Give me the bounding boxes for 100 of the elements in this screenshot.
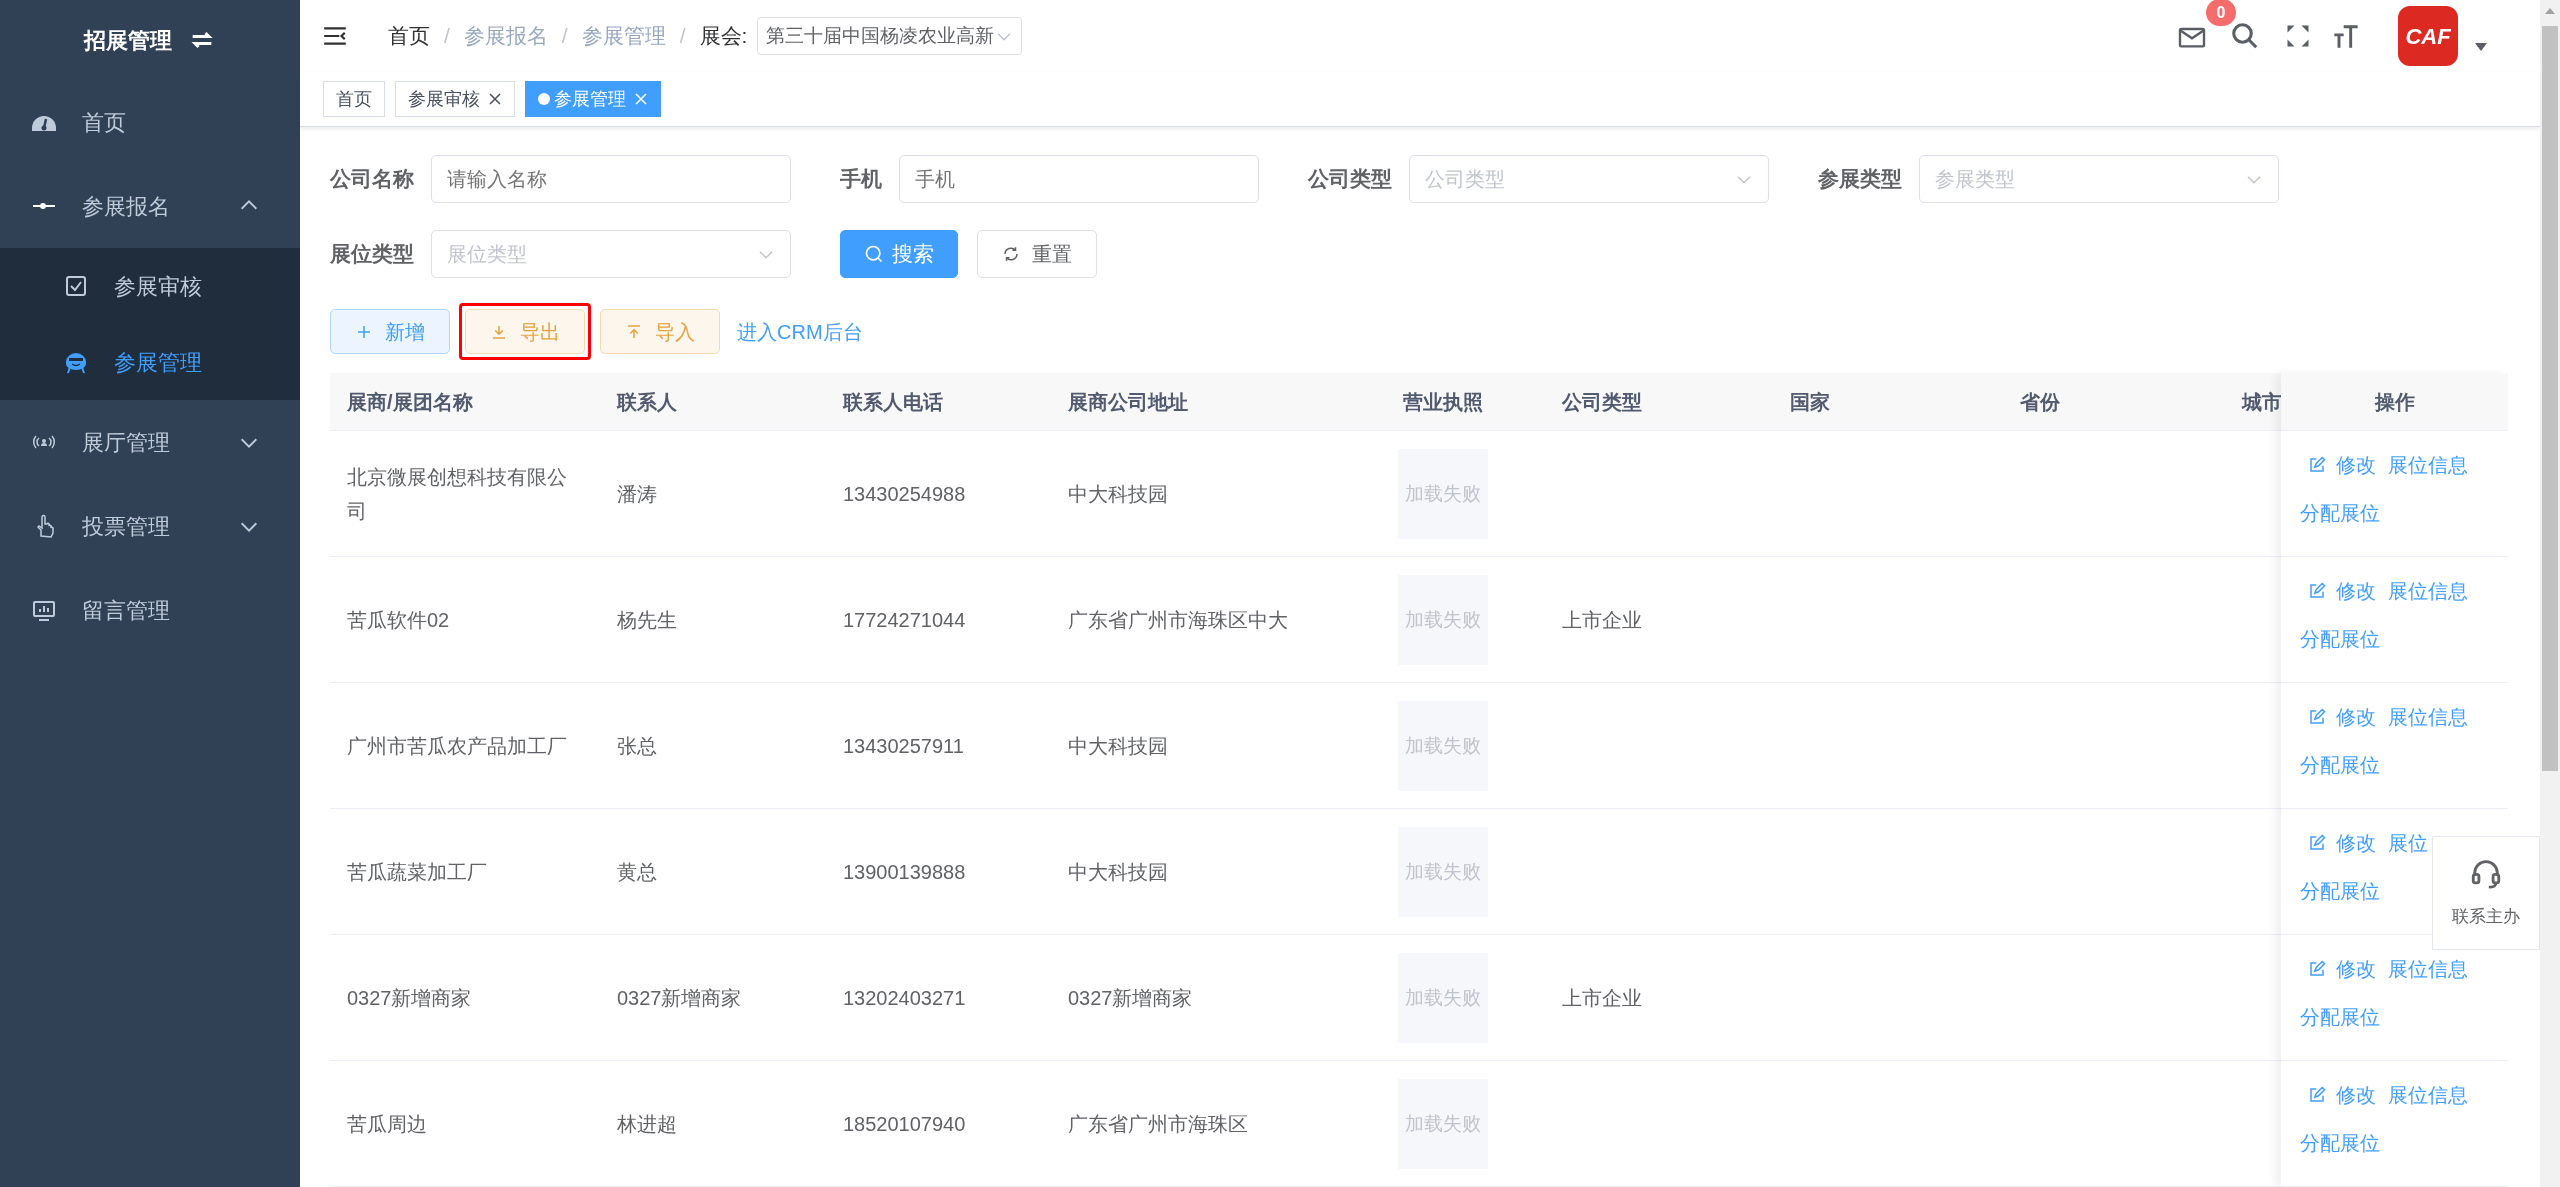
table-cell-text: 中大科技园 <box>1068 733 1168 759</box>
table-cell-text: 中大科技园 <box>1068 481 1168 507</box>
table-cell-text: 0327新增商家 <box>617 985 742 1011</box>
submenu-item[interactable]: 参展审核 <box>0 248 300 324</box>
search-icon[interactable] <box>2230 21 2260 51</box>
exhibition-select[interactable]: 第三十届中国杨凌农业高新 <box>757 17 1023 55</box>
column-header: 联系人电话 <box>843 389 943 415</box>
refresh-icon <box>1002 245 1020 263</box>
table-cell-text: 广州市苦瓜农产品加工厂 <box>347 733 567 759</box>
action-link[interactable]: 修改 <box>2308 1071 2376 1119</box>
table-cell-text: 杨先生 <box>617 607 677 633</box>
column-header: 城市 <box>2242 389 2281 415</box>
upload-icon <box>625 322 643 341</box>
import-button[interactable]: 导入 <box>600 309 720 354</box>
menu-item[interactable]: 参展报名 <box>0 164 300 248</box>
select-field[interactable]: 公司类型 <box>1409 155 1769 203</box>
table-cell-text: 13430257911 <box>843 733 964 759</box>
action-link[interactable]: 修改 <box>2308 441 2376 489</box>
table-cell-text: 13900139888 <box>843 859 966 885</box>
table-cell-text: 广东省广州市海珠区 <box>1068 1111 1248 1137</box>
tab[interactable]: 参展管理 <box>525 81 661 117</box>
menu-item[interactable]: 留言管理 <box>0 568 300 652</box>
search-button[interactable]: 搜索 <box>840 230 958 278</box>
slider-icon <box>33 202 55 210</box>
action-link[interactable]: 展位信息 <box>2388 441 2468 489</box>
menu-item[interactable]: 投票管理 <box>0 484 300 568</box>
table-cell-text: 18520107940 <box>843 1111 966 1137</box>
action-link[interactable]: 分配展位 <box>2300 867 2380 915</box>
menu-item[interactable]: 展厅管理 <box>0 400 300 484</box>
table-cell-text: 苦瓜软件02 <box>347 607 450 633</box>
edit-icon <box>2308 834 2326 852</box>
select-field[interactable]: 参展类型 <box>1919 155 2279 203</box>
edit-icon <box>2308 582 2326 600</box>
edit-icon <box>2308 960 2326 978</box>
table-cell-text: 13430254988 <box>843 481 966 507</box>
add-button[interactable]: 新增 <box>330 309 450 354</box>
logo-avatar[interactable]: CAF <box>2398 6 2458 66</box>
action-link[interactable]: 修改 <box>2308 567 2376 615</box>
column-header: 联系人 <box>617 389 677 415</box>
action-link[interactable]: 修改 <box>2308 819 2376 867</box>
field-label: 公司类型 <box>1308 166 1393 193</box>
column-header: 公司类型 <box>1562 389 1642 415</box>
font-size-icon[interactable] <box>2332 22 2360 50</box>
breadcrumb-item: 参展报名 <box>463 23 548 50</box>
table-cell-text: 黄总 <box>617 859 657 885</box>
input-field[interactable]: 手机 <box>899 155 1259 203</box>
action-link[interactable]: 展位 <box>2388 819 2428 867</box>
tab[interactable]: 参展审核 <box>395 81 515 117</box>
export-button[interactable]: 导出 <box>465 309 585 354</box>
table-cell-text: 13202403271 <box>843 985 966 1011</box>
breadcrumb-separator: / <box>561 23 568 50</box>
input-field[interactable]: 请输入名称 <box>431 155 791 203</box>
table-cell-text: 中大科技园 <box>1068 859 1168 885</box>
table-cell-text: 潘涛 <box>617 481 657 507</box>
table-cell-text: 张总 <box>617 733 657 759</box>
reset-button[interactable]: 重置 <box>977 230 1097 278</box>
submenu-item[interactable]: 参展管理 <box>0 324 300 400</box>
field-label: 参展类型 <box>1818 166 1903 193</box>
table-cell-text: 上市企业 <box>1562 985 1642 1011</box>
column-header: 省份 <box>2020 389 2060 415</box>
edit-icon <box>2308 708 2326 726</box>
message-count-badge: 0 <box>2206 0 2236 27</box>
field-label: 手机 <box>840 166 883 193</box>
breadcrumb-separator: / <box>444 23 450 50</box>
action-link[interactable]: 分配展位 <box>2300 1119 2380 1167</box>
column-header: 操作 <box>2374 389 2415 415</box>
action-link[interactable]: 修改 <box>2308 945 2376 993</box>
edit-icon <box>2308 456 2326 474</box>
action-link[interactable]: 展位信息 <box>2388 1071 2468 1119</box>
crm-link[interactable]: 进入CRM后台 <box>737 316 863 347</box>
action-link[interactable]: 分配展位 <box>2300 741 2380 789</box>
contact-widget[interactable]: 联系主办 <box>2432 836 2540 950</box>
breadcrumb-separator: / <box>679 23 686 50</box>
caret-icon[interactable] <box>2474 42 2488 52</box>
sidebar-title: 招展管理 <box>84 26 172 55</box>
breadcrumb-item: 参展管理 <box>581 23 666 50</box>
tab[interactable]: 首页 <box>323 81 385 117</box>
table-cell-text: 上市企业 <box>1562 607 1642 633</box>
action-link[interactable]: 分配展位 <box>2300 615 2380 663</box>
breadcrumb-item[interactable]: 首页 <box>388 20 430 52</box>
search-icon <box>864 244 884 264</box>
select-field[interactable]: 展位类型 <box>431 230 791 278</box>
column-header: 展商/展团名称 <box>347 389 473 415</box>
table-cell-text: 林进超 <box>617 1111 677 1137</box>
action-link[interactable]: 修改 <box>2308 693 2376 741</box>
close-icon[interactable] <box>488 92 502 106</box>
action-link[interactable]: 展位信息 <box>2388 567 2468 615</box>
column-header: 国家 <box>1790 389 1830 415</box>
column-header: 展商公司地址 <box>1068 389 1188 415</box>
field-label: 公司名称 <box>330 166 415 193</box>
table-cell-text: 苦瓜蔬菜加工厂 <box>347 859 487 885</box>
scrollbar[interactable] <box>2540 0 2560 1187</box>
column-header: 营业执照 <box>1402 389 1483 415</box>
table-cell-text: 0327新增商家 <box>1068 985 1193 1011</box>
table-cell-text: 广东省广州市海珠区中大 <box>1068 607 1288 633</box>
action-link[interactable]: 分配展位 <box>2300 489 2380 537</box>
action-link[interactable]: 分配展位 <box>2300 993 2380 1041</box>
action-link[interactable]: 展位信息 <box>2388 693 2468 741</box>
field-label: 展位类型 <box>330 241 415 268</box>
menu-item[interactable]: 首页 <box>0 80 300 164</box>
